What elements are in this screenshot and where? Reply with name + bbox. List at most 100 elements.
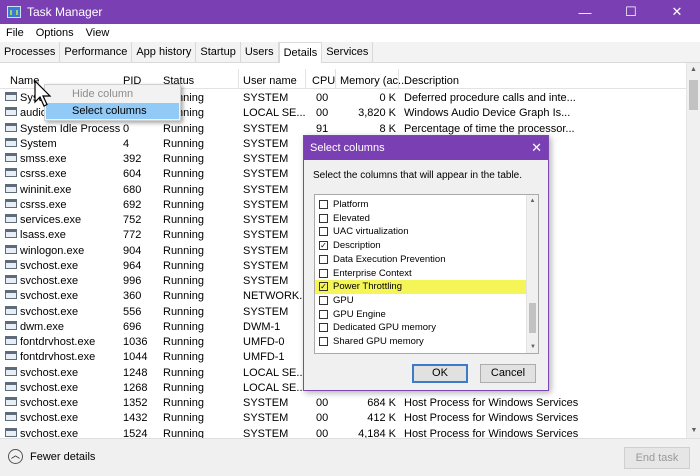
description-cell: Percentage of time the processor...	[404, 122, 575, 135]
user-name-cell: SYSTEM	[243, 122, 289, 135]
tab-details[interactable]: Details	[278, 42, 323, 63]
status-cell: Running	[163, 381, 204, 394]
options-scrollbar[interactable]: ▲ ▼	[526, 195, 538, 353]
ok-button[interactable]: OK	[412, 364, 468, 383]
checkbox-icon[interactable]	[319, 268, 328, 278]
status-cell: Running	[163, 412, 204, 425]
column-divider[interactable]	[335, 69, 336, 89]
checkbox-icon[interactable]: ✓	[319, 282, 328, 292]
cancel-button[interactable]: Cancel	[480, 364, 536, 383]
tab-services[interactable]: Services	[322, 42, 374, 62]
scroll-down-icon[interactable]: ▼	[527, 341, 538, 353]
table-row[interactable]: svchost.exe 1352 Running SYSTEM 00 684 K Host …	[0, 397, 686, 412]
cpu-cell: 00	[316, 107, 329, 120]
scroll-down-icon[interactable]: ▼	[687, 424, 700, 438]
scroll-thumb[interactable]	[689, 80, 698, 110]
tab-performance[interactable]: Performance	[60, 42, 133, 62]
process-icon	[5, 336, 17, 345]
table-row[interactable]: svchost.exe 1524 Running SYSTEM 00 4,184 K Hos…	[0, 427, 686, 438]
column-option[interactable]: Dedicated GPU memory	[315, 321, 526, 335]
tab-startup[interactable]: Startup	[196, 42, 241, 62]
table-row[interactable]: svchost.exe 1432 Running SYSTEM 00 412 K Host …	[0, 412, 686, 427]
column-option-label: Power Throttling	[333, 281, 402, 293]
column-option-label: Description	[333, 240, 381, 252]
dialog-close-button[interactable]: ✕	[531, 140, 542, 156]
memory-cell: 0 K	[379, 92, 396, 104]
column-header-cpu[interactable]: CPU	[312, 75, 335, 87]
menu-file[interactable]: File	[6, 27, 24, 39]
checkbox-icon[interactable]	[319, 323, 328, 333]
user-name-cell: SYSTEM	[243, 214, 289, 226]
process-icon	[5, 427, 17, 437]
column-header-user[interactable]: User name	[243, 75, 297, 87]
column-option-label: Data Execution Prevention	[333, 253, 446, 265]
menu-view[interactable]: View	[86, 27, 110, 39]
column-option[interactable]: Data Execution Prevention	[315, 253, 526, 267]
mouse-cursor-icon	[34, 80, 52, 107]
scroll-up-icon[interactable]: ▲	[527, 195, 538, 207]
status-cell: Running	[163, 305, 204, 318]
column-option[interactable]: Platform	[315, 198, 526, 212]
pid-cell: 4	[123, 137, 130, 150]
status-cell: Running	[163, 320, 204, 333]
checkbox-icon[interactable]	[319, 213, 328, 223]
user-name-cell: SYSTEM	[243, 397, 289, 409]
user-name-cell: SYSTEM	[243, 168, 289, 181]
menu-options[interactable]: Options	[36, 27, 74, 39]
fewer-details-label[interactable]: Fewer details	[30, 451, 95, 463]
column-header-description[interactable]: Description	[404, 75, 459, 87]
column-options-list: Platform Elevated UAC virtualization ✓ Descr…	[314, 194, 539, 354]
column-context-menu: Hide column Select columns	[44, 84, 181, 121]
checkbox-icon[interactable]	[319, 295, 328, 305]
pid-cell: 1352	[123, 397, 148, 409]
process-icon	[5, 275, 17, 284]
scroll-up-icon[interactable]: ▲	[687, 63, 700, 77]
process-icon	[5, 229, 17, 239]
user-name-cell: SYSTEM	[243, 153, 289, 165]
checkbox-icon[interactable]	[319, 337, 328, 346]
tab-users[interactable]: Users	[240, 42, 279, 62]
checkbox-icon[interactable]	[319, 227, 328, 237]
hide-column-menu-item[interactable]: Hide column	[46, 86, 179, 102]
tab-processes[interactable]: Processes	[0, 42, 61, 62]
column-option[interactable]: Enterprise Context	[315, 267, 526, 281]
table-scrollbar[interactable]: ▲ ▼	[686, 63, 700, 438]
column-option[interactable]: GPU	[315, 294, 526, 308]
checkbox-icon[interactable]	[319, 200, 328, 209]
minimize-button[interactable]: —	[562, 0, 608, 24]
end-task-button[interactable]: End task	[624, 447, 690, 469]
column-option[interactable]: ✓ Power Throttling	[315, 280, 526, 295]
checkbox-icon[interactable]	[319, 309, 328, 319]
column-option[interactable]: Shared GPU memory	[315, 335, 526, 349]
scroll-thumb[interactable]	[529, 303, 536, 333]
column-divider[interactable]	[238, 69, 239, 89]
select-columns-menu-item[interactable]: Select columns	[46, 103, 179, 119]
select-columns-dialog: Select columns ✕ Select the columns that…	[303, 135, 549, 391]
process-name-cell: dwm.exe	[20, 320, 65, 333]
column-divider[interactable]	[398, 69, 399, 89]
column-divider[interactable]	[305, 69, 306, 89]
column-option[interactable]: ✓ Description	[315, 239, 526, 253]
pid-cell: 964	[123, 259, 142, 272]
checkbox-icon[interactable]: ✓	[319, 241, 328, 251]
user-name-cell: LOCAL SE...	[243, 366, 306, 379]
status-cell: Running	[163, 244, 204, 257]
column-option[interactable]: UAC virtualization	[315, 225, 526, 239]
cpu-cell: 00	[316, 92, 329, 104]
user-name-cell: SYSTEM	[243, 183, 289, 196]
status-cell: Running	[163, 198, 204, 211]
maximize-button[interactable]: ☐	[608, 0, 654, 24]
checkbox-icon[interactable]	[319, 254, 328, 264]
chevron-up-icon[interactable]: ︿	[8, 449, 23, 464]
footer-bar: ︿ Fewer details End task	[0, 438, 700, 476]
tab-app-history[interactable]: App history	[132, 42, 197, 62]
column-option[interactable]: GPU Engine	[315, 308, 526, 322]
fewer-details-toggle[interactable]: ︿ Fewer details	[8, 449, 95, 464]
process-icon	[5, 107, 17, 117]
close-button[interactable]: ✕	[654, 0, 700, 24]
process-icon	[5, 183, 17, 193]
process-icon	[5, 412, 17, 422]
dialog-description: Select the columns that will appear in t…	[313, 170, 523, 181]
process-icon	[5, 122, 17, 132]
column-option[interactable]: Elevated	[315, 212, 526, 226]
